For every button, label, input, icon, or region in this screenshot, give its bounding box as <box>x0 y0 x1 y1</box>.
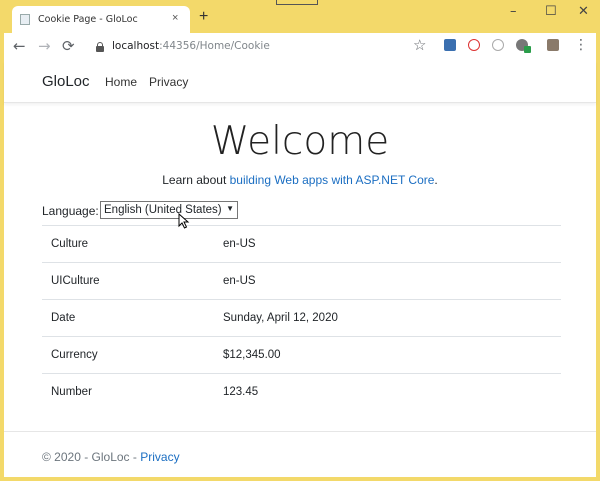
web-page: GloLoc Home Privacy Welcome Learn about … <box>4 61 596 477</box>
extension-icon-3[interactable] <box>492 39 504 51</box>
row-value: 123.45 <box>214 373 561 411</box>
footer-privacy-link[interactable]: Privacy <box>140 450 179 464</box>
browser-window: Cookie Page - GloLoc × + – ☐ ✕ ← → ⟳ loc… <box>0 0 600 481</box>
profile-icon[interactable] <box>547 39 559 51</box>
lock-icon[interactable] <box>96 42 104 52</box>
page-title: Welcome <box>210 119 390 164</box>
mouse-pointer-icon <box>178 213 190 229</box>
reload-icon[interactable]: ⟳ <box>62 37 75 55</box>
row-key: Date <box>42 299 214 337</box>
minimize-icon[interactable]: – <box>510 4 517 19</box>
row-key: Culture <box>42 225 214 263</box>
language-selected-value: English (United States) <box>104 204 222 216</box>
extension-icon-5[interactable] <box>524 46 531 53</box>
culture-info-table: Culture en-US UICulture en-US Date Sunda… <box>42 225 561 411</box>
site-navbar: GloLoc Home Privacy <box>4 61 596 103</box>
row-value: en-US <box>214 262 561 300</box>
address-bar[interactable]: localhost:44356/Home/Cookie <box>90 36 442 58</box>
table-row: UICulture en-US <box>42 262 561 300</box>
learn-prefix: Learn about <box>162 173 230 187</box>
browser-toolbar: ← → ⟳ localhost:44356/Home/Cookie ☆ ⋮ <box>4 33 596 61</box>
forward-icon[interactable]: → <box>38 37 51 55</box>
language-select[interactable]: English (United States) ▼ <box>100 201 238 219</box>
row-key: Currency <box>42 336 214 374</box>
dropdown-arrow-icon: ▼ <box>226 204 234 213</box>
row-value: en-US <box>214 225 561 263</box>
nav-home-link[interactable]: Home <box>105 75 137 89</box>
site-brand[interactable]: GloLoc <box>42 73 90 90</box>
page-favicon-icon <box>20 14 30 25</box>
tab-title: Cookie Page - GloLoc <box>38 14 138 25</box>
url-text[interactable]: localhost:44356/Home/Cookie <box>112 40 270 52</box>
footer-copyright: © 2020 - GloLoc - <box>42 450 141 464</box>
new-tab-icon[interactable]: + <box>199 9 208 25</box>
learn-suffix: . <box>434 173 438 187</box>
maximize-icon[interactable]: ☐ <box>545 4 557 19</box>
row-value: Sunday, April 12, 2020 <box>214 299 561 337</box>
window-drag-handle[interactable] <box>276 0 318 5</box>
extension-icon-1[interactable] <box>444 39 456 51</box>
learn-about-text: Learn about building Web apps with ASP.N… <box>4 173 596 187</box>
table-row: Date Sunday, April 12, 2020 <box>42 299 561 337</box>
extension-icon-2[interactable] <box>468 39 480 51</box>
browser-menu-icon[interactable]: ⋮ <box>574 37 588 53</box>
aspnet-docs-link[interactable]: building Web apps with ASP.NET Core <box>230 173 435 187</box>
site-footer: © 2020 - GloLoc - Privacy <box>4 431 596 477</box>
table-row: Culture en-US <box>42 225 561 263</box>
back-icon[interactable]: ← <box>13 37 26 55</box>
language-label: Language: <box>42 204 99 218</box>
close-window-icon[interactable]: ✕ <box>578 4 589 19</box>
row-key: Number <box>42 373 214 411</box>
footer-text: © 2020 - GloLoc - Privacy <box>42 450 180 464</box>
browser-tab[interactable]: Cookie Page - GloLoc × <box>12 6 190 33</box>
table-row: Currency $12,345.00 <box>42 336 561 374</box>
row-key: UICulture <box>42 262 214 300</box>
table-row: Number 123.45 <box>42 373 561 411</box>
tab-close-icon[interactable]: × <box>172 12 178 24</box>
bookmark-star-icon[interactable]: ☆ <box>413 36 426 54</box>
row-value: $12,345.00 <box>214 336 561 374</box>
nav-privacy-link[interactable]: Privacy <box>149 75 188 89</box>
title-bar: Cookie Page - GloLoc × + – ☐ ✕ <box>0 0 600 33</box>
